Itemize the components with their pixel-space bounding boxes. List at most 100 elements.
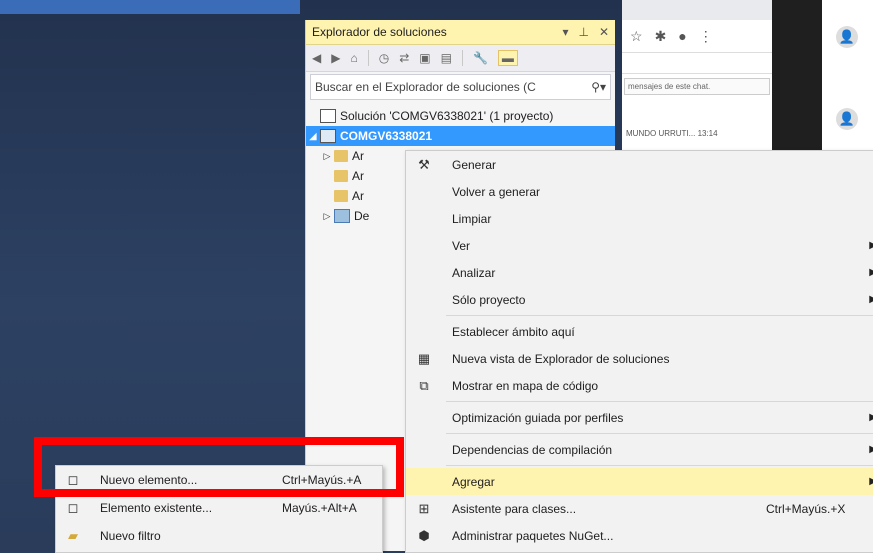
build-icon: ⚒ — [418, 156, 430, 172]
menu-item-shortcut: Ctrl+Mayús.+X — [766, 501, 846, 516]
menu-item-label: Nueva vista de Explorador de soluciones — [452, 351, 670, 366]
tree-item-solution[interactable]: Solución 'COMGV6338021' (1 proyecto) — [306, 106, 615, 126]
references-icon — [334, 209, 350, 223]
browser-tabstrip — [622, 0, 772, 20]
tree-item-label: Solución 'COMGV6338021' (1 proyecto) — [340, 109, 554, 123]
properties-wrench-icon[interactable]: 🔧 — [473, 51, 488, 65]
solution-explorer-titlebar: Explorador de soluciones ▾ ⊥ ✕ — [306, 20, 615, 45]
submenu-arrow-icon: ▶ — [869, 294, 873, 305]
solution-icon — [320, 109, 336, 123]
browser-bookmarks-bar — [622, 53, 772, 74]
tree-item-label: Ar — [352, 189, 364, 203]
pin-icon[interactable]: ⊥ — [578, 25, 588, 39]
chat-name: MUNDO URRUTI... — [626, 129, 696, 138]
new-filter-icon: ▰ — [68, 528, 78, 543]
chat-list-item[interactable]: MUNDO URRUTI... 13:14 — [622, 99, 772, 138]
menu-separator — [446, 433, 873, 434]
folder-icon — [334, 170, 348, 182]
class-wizard-icon: ⊞ — [418, 500, 430, 516]
chat-time: 13:14 — [697, 129, 718, 138]
menu-item-label: Elemento existente... — [100, 501, 213, 515]
tree-item-label: Ar — [352, 169, 364, 183]
menu-item-label: Administrar paquetes NuGet... — [452, 528, 614, 543]
avatar-icon[interactable]: 👤 — [836, 108, 858, 130]
nuget-icon: ⬢ — [418, 527, 430, 543]
forward-icon[interactable]: ▶ — [331, 51, 340, 65]
menu-item-agregar[interactable]: Agregar ▶ — [406, 468, 873, 495]
menu-item-label: Nuevo filtro — [100, 529, 161, 543]
browser-menu-icon[interactable]: ⋮ — [699, 28, 713, 45]
menu-item-label: Volver a generar — [452, 184, 541, 199]
bookmark-star-icon[interactable]: ☆ — [630, 28, 643, 45]
menu-separator — [446, 465, 873, 466]
menu-item-mapa-codigo[interactable]: ⧉ Mostrar en mapa de código — [406, 372, 873, 399]
chat-search-input[interactable]: mensajes de este chat. — [624, 78, 770, 95]
tree-twisty[interactable]: ▷ — [320, 151, 334, 162]
avatar-icon[interactable]: 👤 — [836, 26, 858, 48]
browser-toolbar: ☆ ✱ ● ⋮ — [622, 20, 772, 53]
menu-item-label: Dependencias de compilación — [452, 442, 613, 457]
tree-twisty[interactable]: ◢ — [306, 131, 320, 142]
menu-item-nuget[interactable]: ⬢ Administrar paquetes NuGet... — [406, 522, 873, 549]
code-map-icon: ⧉ — [419, 377, 429, 393]
menu-separator — [446, 315, 873, 316]
window-position-dropdown-icon[interactable]: ▾ — [562, 25, 568, 39]
back-icon[interactable]: ◀ — [312, 51, 321, 65]
submenu-arrow-icon: ▶ — [869, 476, 873, 487]
menu-item-label: Optimización guiada por perfiles — [452, 410, 624, 425]
show-all-files-icon[interactable]: ▤ — [441, 51, 452, 65]
context-menu: ⚒ Generar Volver a generar Limpiar Ver ▶… — [405, 150, 873, 553]
menu-item-label: Generar — [452, 157, 497, 172]
existing-item-icon: ◻ — [67, 500, 79, 515]
menu-separator — [446, 401, 873, 402]
submenu-item-nuevo-elemento[interactable]: ◻ Nuevo elemento... Ctrl+Mayús.+A — [56, 466, 382, 494]
solution-explorer-title: Explorador de soluciones — [312, 25, 447, 39]
tree-item-label: COMGV6338021 — [340, 129, 433, 143]
menu-item-label: Sólo proyecto — [452, 292, 526, 307]
menu-item-label: Mostrar en mapa de código — [452, 378, 599, 393]
submenu-arrow-icon: ▶ — [869, 444, 873, 455]
menu-item-dependencias[interactable]: Dependencias de compilación ▶ — [406, 436, 873, 463]
menu-item-nueva-vista[interactable]: ▦ Nueva vista de Explorador de solucione… — [406, 345, 873, 372]
menu-item-ver[interactable]: Ver ▶ — [406, 232, 873, 259]
search-icon[interactable]: ⚲▾ — [591, 80, 606, 94]
menu-item-solo-proyecto[interactable]: Sólo proyecto ▶ — [406, 286, 873, 313]
close-icon[interactable]: ✕ — [599, 25, 609, 39]
solution-explorer-search[interactable]: Buscar en el Explorador de soluciones (C… — [310, 74, 611, 100]
menu-item-label: Establecer ámbito aquí — [452, 324, 575, 339]
menu-item-limpiar[interactable]: Limpiar — [406, 205, 873, 232]
tree-twisty[interactable]: ▷ — [320, 211, 334, 222]
tree-item-project[interactable]: ◢ COMGV6338021 — [306, 126, 615, 146]
folder-icon — [334, 150, 348, 162]
pending-changes-icon[interactable]: ◷ — [379, 51, 389, 65]
toolbar-separator — [461, 50, 463, 66]
menu-item-volver-a-generar[interactable]: Volver a generar — [406, 178, 873, 205]
project-icon — [320, 129, 336, 143]
search-input[interactable]: Buscar en el Explorador de soluciones (C — [315, 80, 591, 94]
add-submenu: ◻ Nuevo elemento... Ctrl+Mayús.+A ◻ Elem… — [55, 465, 383, 553]
home-icon[interactable]: ⌂ — [350, 51, 357, 65]
tree-item-label: De — [354, 209, 370, 223]
profile-icon[interactable]: ● — [678, 28, 686, 44]
submenu-arrow-icon: ▶ — [869, 412, 873, 423]
menu-item-optimizacion[interactable]: Optimización guiada por perfiles ▶ — [406, 404, 873, 431]
window-edge — [0, 0, 300, 14]
menu-item-generar[interactable]: ⚒ Generar — [406, 151, 873, 178]
new-view-icon: ▦ — [417, 350, 431, 366]
preview-selected-icon[interactable]: ▬ — [497, 50, 518, 66]
solution-explorer-toolbar: ◀ ▶ ⌂ ◷ ⇄ ▣ ▤ 🔧 ▬ — [306, 45, 615, 72]
menu-item-label: Limpiar — [452, 211, 492, 226]
toolbar-separator — [367, 50, 369, 66]
menu-item-analizar[interactable]: Analizar ▶ — [406, 259, 873, 286]
submenu-item-nuevo-filtro[interactable]: ▰ Nuevo filtro — [56, 522, 382, 550]
menu-item-asistente-clases[interactable]: ⊞ Asistente para clases... Ctrl+Mayús.+X — [406, 495, 873, 522]
sync-icon[interactable]: ⇄ — [399, 51, 409, 65]
menu-item-label: Asistente para clases... — [452, 501, 577, 516]
submenu-arrow-icon: ▶ — [869, 267, 873, 278]
menu-item-label: Nuevo elemento... — [100, 473, 198, 487]
folder-icon — [334, 190, 348, 202]
menu-item-establecer-ambito[interactable]: Establecer ámbito aquí — [406, 318, 873, 345]
collapse-all-icon[interactable]: ▣ — [419, 51, 430, 65]
extensions-icon[interactable]: ✱ — [655, 28, 667, 45]
submenu-item-elemento-existente[interactable]: ◻ Elemento existente... Mayús.+Alt+A — [56, 494, 382, 522]
